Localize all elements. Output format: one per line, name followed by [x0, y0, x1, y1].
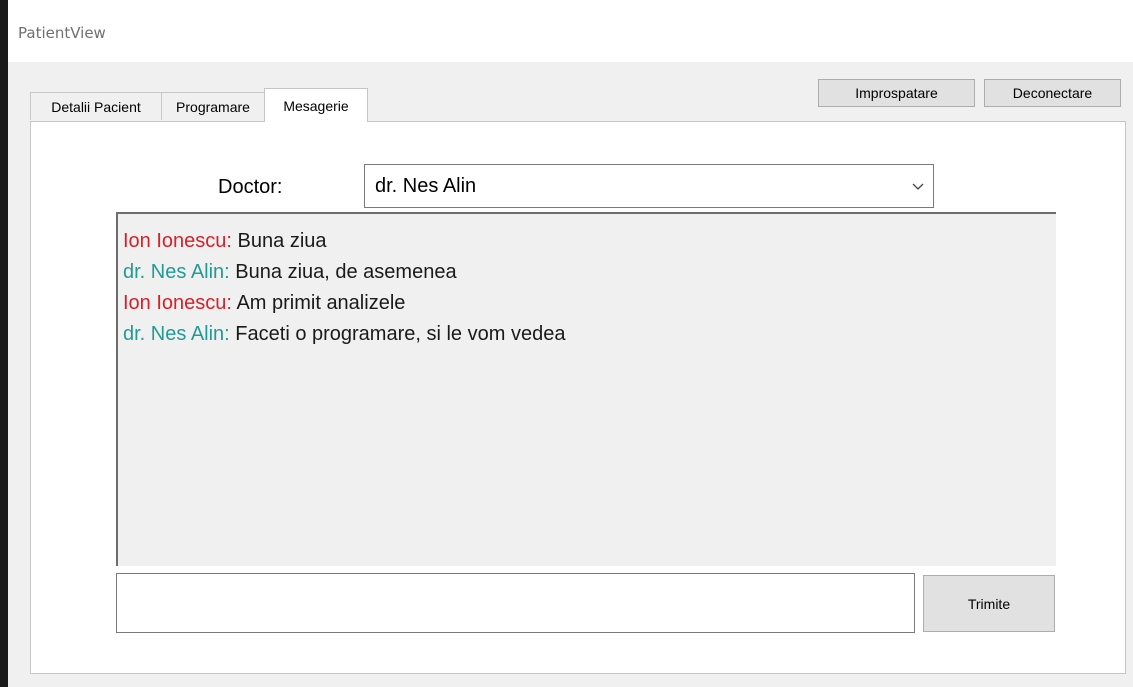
- tab-messaging[interactable]: Mesagerie: [264, 88, 368, 122]
- doctor-select-value: dr. Nes Alin: [375, 175, 477, 197]
- chat-message: Ion Ionescu: Buna ziua: [123, 230, 327, 252]
- refresh-button[interactable]: Improspatare: [818, 79, 975, 107]
- message-text: Faceti o programare, si le vom vedea: [235, 323, 566, 345]
- message-sender: dr. Nes Alin: [123, 323, 225, 345]
- patient-view-window: PatientView Improspatare Deconectare Det…: [8, 0, 1133, 687]
- chat-message: dr. Nes Alin: Buna ziua, de asemenea: [123, 261, 457, 283]
- message-sender: Ion Ionescu: [123, 292, 227, 314]
- message-sender: Ion Ionescu: [123, 230, 227, 252]
- chat-message: Ion Ionescu: Am primit analizele: [123, 292, 406, 314]
- logout-button[interactable]: Deconectare: [984, 79, 1121, 107]
- send-button[interactable]: Trimite: [923, 575, 1055, 632]
- message-text: Am primit analizele: [236, 292, 406, 314]
- message-sender: dr. Nes Alin: [123, 261, 225, 283]
- window-border: [0, 0, 8, 687]
- window-title: PatientView: [18, 24, 106, 42]
- tab-appointment[interactable]: Programare: [161, 92, 265, 120]
- doctor-select[interactable]: dr. Nes Alin: [364, 164, 934, 208]
- message-text: Buna ziua, de asemenea: [235, 261, 457, 283]
- message-text: Buna ziua: [237, 230, 327, 252]
- message-input[interactable]: [116, 573, 915, 633]
- chevron-down-icon: [912, 183, 924, 190]
- doctor-label: Doctor:: [218, 176, 283, 198]
- chat-history[interactable]: Ion Ionescu: Buna ziua dr. Nes Alin: Bun…: [116, 212, 1056, 566]
- tab-patient-details[interactable]: Detalii Pacient: [30, 92, 162, 120]
- title-bar: PatientView: [8, 0, 1133, 62]
- chat-message: dr. Nes Alin: Faceti o programare, si le…: [123, 323, 566, 345]
